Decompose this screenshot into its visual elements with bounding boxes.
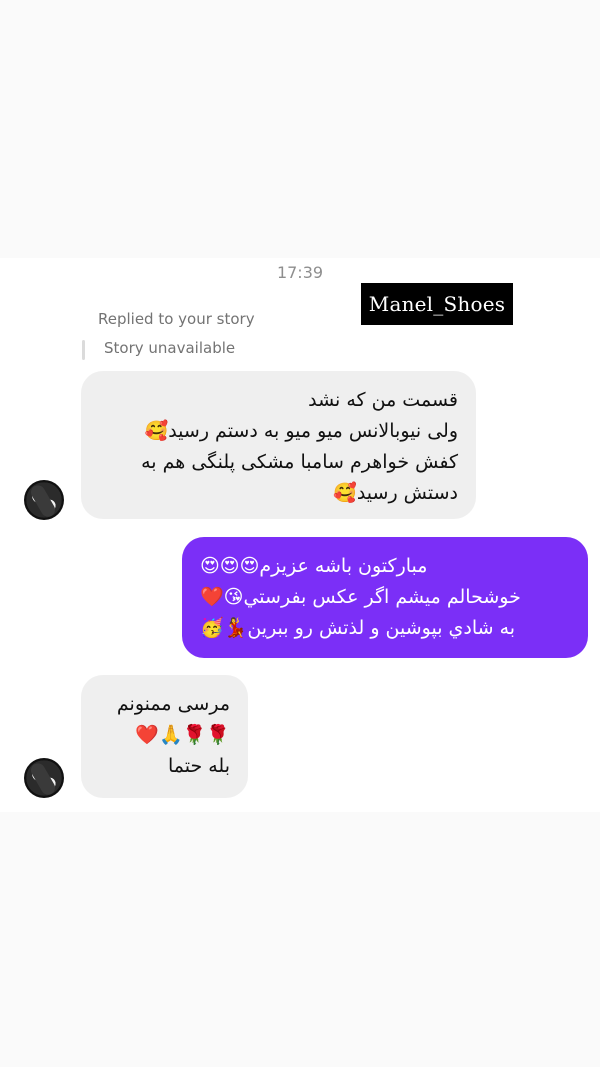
message-timestamp: 17:39	[276, 263, 324, 282]
replied-to-story-note: Replied to your story	[98, 310, 255, 328]
story-quote-bar	[82, 340, 85, 360]
message-line: خوشحالم میشم اگر عکس بفرستي😘❤️	[200, 586, 521, 608]
sender-avatar[interactable]	[24, 758, 64, 798]
story-unavailable-label[interactable]: Story unavailable	[104, 339, 235, 357]
message-line: مرسی ممنونم	[116, 693, 230, 715]
message-line: قسمت من که نشد	[308, 389, 458, 411]
message-line: به شادي بپوشين و لذتش رو ببرين💃🥳	[200, 617, 516, 639]
outgoing-message-bubble[interactable]: مبارکتون باشه عزیزم😍😍😍 خوشحالم میشم اگر …	[182, 537, 588, 658]
incoming-message-bubble[interactable]: مرسی ممنونم ❤️🙏🌹🌹 بله حتما	[81, 675, 248, 798]
message-line: کفش خواهرم سامبا مشکی پلنگی هم به	[141, 451, 458, 473]
incoming-message-bubble[interactable]: قسمت من که نشد ولی نیوبالانس میو میو به …	[81, 371, 476, 519]
message-line: ولی نیوبالانس میو میو به دستم رسید🥰	[144, 420, 458, 442]
sender-avatar[interactable]	[24, 480, 64, 520]
bottom-blank-area	[0, 812, 600, 1067]
message-line: ❤️🙏🌹🌹	[135, 724, 230, 746]
brand-watermark: Manel_Shoes	[361, 283, 513, 325]
dm-thread: 17:39 Manel_Shoes Replied to your story …	[0, 258, 600, 812]
message-line: دستش رسید🥰	[333, 482, 458, 504]
message-line: مبارکتون باشه عزیزم😍😍😍	[200, 555, 428, 577]
message-line: بله حتما	[167, 755, 230, 777]
top-blank-area	[0, 0, 600, 258]
